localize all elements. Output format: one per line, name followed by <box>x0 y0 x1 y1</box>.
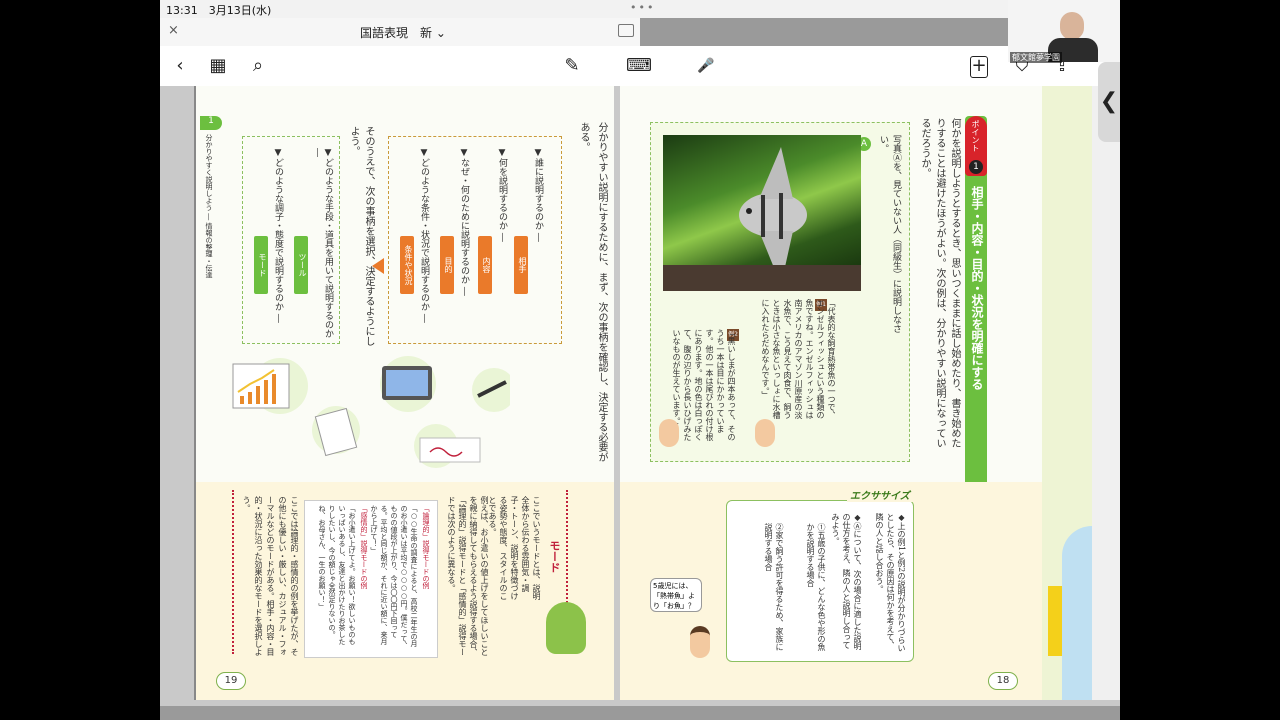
chevron-left-icon[interactable]: ❮ <box>1098 62 1120 142</box>
example1-text: 「代表的な飼育熱帯魚の一つで、エンゼルフィッシュという種類の魚ですね。エンゼルフ… <box>761 299 836 419</box>
page-edge <box>1042 86 1092 700</box>
exercise-1: ◆上の例1と例2の説明が分かりづらいとしたら、その原因は何かを考えて、隣の人と話… <box>875 513 906 653</box>
logical-example-title: 「論理的」説得モードの例 <box>422 505 430 589</box>
mode-conclusion: ここでは論理的・感情的の例を挙げたが、その他にも優しい・厳しい、カジュアル・フォ… <box>242 496 299 656</box>
back-icon[interactable]: ‹ <box>168 54 192 78</box>
point-number: 1 <box>969 160 983 174</box>
close-icon[interactable]: × <box>168 23 179 38</box>
page-spread: 1 分かりやすく説明しよう ― 情報の整理・伝達 分かりやすい説明にするために、… <box>160 86 1120 706</box>
add-page-icon[interactable]: + <box>970 56 988 78</box>
running-head: 分かりやすく説明しよう ― 情報の整理・伝達 <box>205 134 213 279</box>
participant-label: 郁文館夢学園 <box>1010 52 1062 63</box>
tag-purpose: 目的 <box>440 236 454 294</box>
mode-section: モード ここでいうモードとは、説明全体から伝わる雰囲気・調子・トーン、説明を特徴… <box>196 482 614 700</box>
tag-conditions: 条件や状況 <box>400 236 414 294</box>
speech-bubble: 5歳児には、「熱帯魚」より「お魚」？ <box>650 578 702 612</box>
video-call-thumbnail[interactable]: 郁文館夢学園 <box>1008 0 1120 63</box>
page-18: 相手・内容・目的・状況を明確にする ポイント 1 何かを説明しようとするとき、思… <box>620 86 1042 700</box>
toolbar: ‹ ▦ ⌕ ✎ ⌨ 🎤 + ⛉ ⇪ <box>160 46 1120 86</box>
person-head <box>1060 12 1084 40</box>
angelfish-photo <box>663 135 861 291</box>
example2-text: 「黒いしまが四本あって、そのうち一本は目にかかっています。他の一本は尾びれの付け… <box>672 329 736 441</box>
mode-definition: ここでいうモードとは、説明全体から伝わる雰囲気・調子・トーン、説明を特徴づける姿… <box>488 496 541 600</box>
boy-avatar <box>755 419 775 447</box>
question-mode: ▼どのような調子・態度で説明するのか ― <box>273 148 283 323</box>
illustration-svg <box>232 356 516 468</box>
section-tab: 1 <box>200 116 222 130</box>
exercise-2b: ②家で飼う許可を得るため、家族に説明する場合 <box>764 523 784 651</box>
tag-mode: モード <box>254 236 268 294</box>
logical-example-text: 「○○生命の調査によると、高校二年生の月のお小遣いは平均で○○○○円。僕だって、… <box>370 505 418 649</box>
question-tools: ▼どのような手段・道具を用いて説明するのか ― <box>312 148 333 338</box>
tag-content: 内容 <box>478 236 492 294</box>
split-view-icon[interactable] <box>618 24 634 37</box>
mode-example-intro: 例えば、お小遣いの値上げをしてほしいことを親に納得してもらえるよう説得する場合、… <box>447 496 489 656</box>
document-titlebar: × 国語表現 新 ⌄ <box>160 18 640 46</box>
point-heading: 相手・内容・目的・状況を明確にする <box>970 186 984 390</box>
exercise-section: エクササイズ ◆上の例1と例2の説明が分かりづらいとしたら、その原因は何かを考え… <box>620 482 1042 700</box>
status-bar: 13:31 3月13日(水) ••• <box>160 0 1120 18</box>
question-conditions: ▼どのような条件・状況で説明するのか ― <box>419 148 429 323</box>
search-icon[interactable]: ⌕ <box>246 54 270 78</box>
tag-tool: ツール <box>294 236 308 294</box>
mode-rule-left <box>232 490 234 654</box>
next-page-peek <box>1092 86 1120 700</box>
blue-shape <box>1062 526 1092 700</box>
question-why: ▼なぜ・何のために説明するのか ― <box>459 148 469 296</box>
emotional-example-title: 「感情的」説得モードの例 <box>360 505 368 589</box>
exercise-2a: ①五歳の子供に、どんな色や形の魚かを説明する場合 <box>806 523 826 651</box>
ipad-screen: 13:31 3月13日(水) ••• × 国語表現 新 ⌄ ‹ ▦ ⌕ ✎ ⌨ … <box>160 0 1120 720</box>
emotional-example-text: 「お小遣い上げてよ。お願い！欲しいものもいっぱいあるし、友達と出かけたりお茶した… <box>318 505 356 645</box>
photo-prompt: 写真Ⓐを、見ていない人（同級生）に説明しなさい。 <box>878 135 901 333</box>
right-intro: 何かを説明しようとするとき、思いつくままに話し始めたり、書き始めたりすることは避… <box>919 118 960 448</box>
multitask-dots[interactable]: ••• <box>630 1 655 14</box>
page-number-18: 18 <box>988 672 1018 690</box>
point-badge: ポイント 1 <box>965 116 987 176</box>
question-who: ▼誰に説明するのか ― <box>533 148 543 242</box>
tag-audience: 相手 <box>514 236 528 294</box>
girl-avatar <box>659 419 679 447</box>
angelfish-image <box>663 147 861 291</box>
microphone-icon[interactable]: 🎤 <box>694 54 718 78</box>
page-number-19: 19 <box>216 672 246 690</box>
exercise-box: エクササイズ ◆上の例1と例2の説明が分かりづらいとしたら、その原因は何かを考え… <box>726 487 914 662</box>
status-time: 13:31 3月13日(水) <box>166 4 272 17</box>
then-text: そのうえで、次の事柄を選択、決定するようにしよう。 <box>348 126 374 346</box>
pen-annotate-icon[interactable]: ✎ <box>560 54 584 78</box>
mascot-icon <box>546 602 586 654</box>
keyboard-icon[interactable]: ⌨ <box>626 54 652 78</box>
page-19: 1 分かりやすく説明しよう ― 情報の整理・伝達 分かりやすい説明にするために、… <box>194 86 614 700</box>
communication-illustration <box>230 356 516 472</box>
girl-avatar-small <box>690 626 710 658</box>
question-what: ▼何を説明するのか ― <box>497 148 507 242</box>
exercise-2: ◆Ⓐについて、次の場合に適した説明の仕方を考え、隣の人と説明し合ってみよう。 <box>831 513 862 650</box>
thumbnails-grid-icon[interactable]: ▦ <box>206 54 230 78</box>
photo-frame: 写真Ⓐを、見ていない人（同級生）に説明しなさい。 A 例1 「代表的な飼育熱帯魚… <box>650 122 910 462</box>
point-label: ポイント <box>971 120 980 152</box>
mode-title: モード <box>548 540 561 573</box>
exercise-title: エクササイズ <box>847 487 913 502</box>
example-box: 「論理的」説得モードの例 「○○生命の調査によると、高校二年生の月のお小遣いは平… <box>304 500 438 658</box>
document-title[interactable]: 国語表現 新 ⌄ <box>360 24 446 41</box>
